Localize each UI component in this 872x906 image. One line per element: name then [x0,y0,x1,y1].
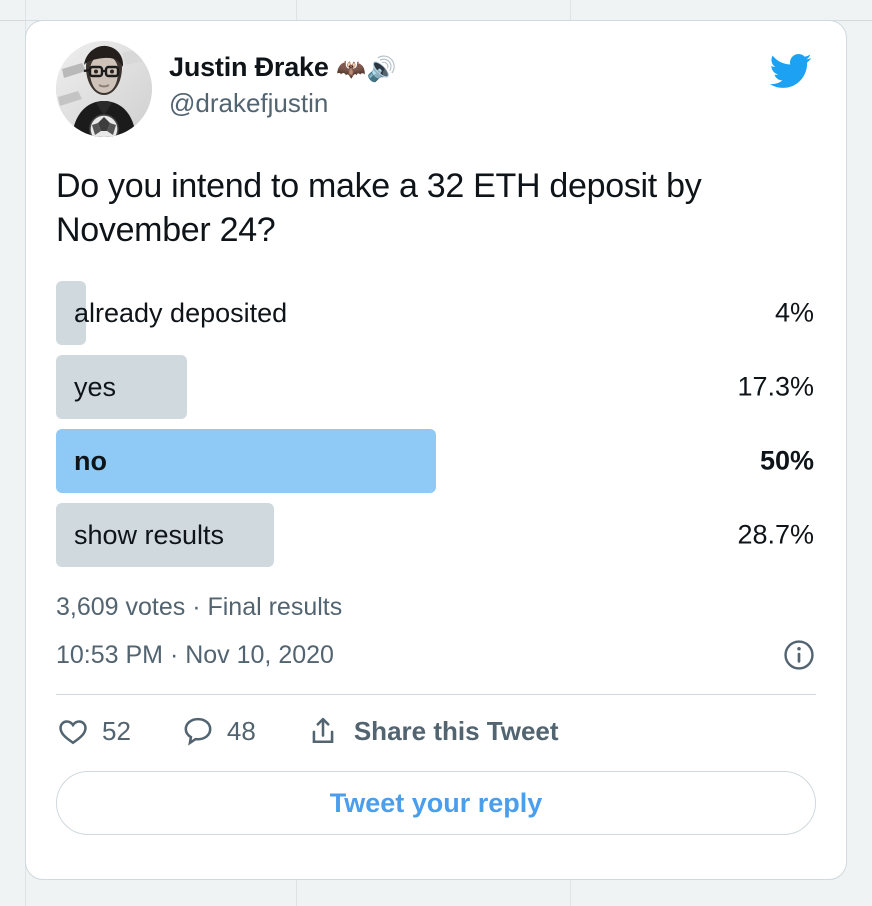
like-count: 52 [102,715,131,746]
author-handle: @drakefjustin [169,88,329,119]
share-label: Share this Tweet [353,715,559,746]
poll-option-row-winner[interactable]: no 50% [56,425,816,497]
heart-icon [59,720,87,745]
tweet-card: Justin Ðrake 🦇🔊 @drakefjustin Do you int… [25,20,847,880]
reply-count: 48 [226,715,256,746]
tweet-your-reply-label: Tweet your reply [329,787,543,818]
author-display-name: Justin Ðrake 🦇🔊 [169,52,398,84]
poll: already deposited 4% yes 17.3% no 50% sh… [56,277,816,571]
poll-option-percent: 4% [774,297,814,328]
reply-action[interactable]: 48 [181,714,256,748]
avatar-photo [56,41,152,137]
poll-option-label: already deposited [74,297,288,328]
tweet-text: Do you intend to make a 32 ETH deposit b… [56,167,702,249]
timestamp-row: 10:53 PM · Nov 10, 2020 [56,638,816,672]
tweet-your-reply-button[interactable]: Tweet your reply [56,771,816,836]
poll-option-percent: 28.7% [737,519,814,550]
author-name-emoji: 🦇🔊 [335,56,398,83]
info-circle-icon[interactable] [782,638,816,672]
share-icon [312,717,334,744]
poll-bar-winner [56,429,436,494]
poll-option-label: yes [74,371,117,402]
poll-option-label: no [74,445,107,476]
poll-option-percent: 50% [759,445,814,476]
like-action[interactable]: 52 [56,714,131,748]
author-name-text: Justin Ðrake [169,52,329,82]
poll-option-row[interactable]: show results 28.7% [56,499,816,571]
tweet-header: Justin Ðrake 🦇🔊 @drakefjustin [56,21,816,137]
avatar[interactable] [56,41,152,137]
tweet-timestamp: 10:53 PM · Nov 10, 2020 [56,640,334,669]
twitter-bird-icon[interactable] [764,49,816,93]
poll-vote-count: 3,609 votes · Final results [56,593,343,622]
poll-option-label: show results [74,519,225,550]
poll-option-percent: 17.3% [737,371,814,402]
poll-option-row[interactable]: yes 17.3% [56,351,816,423]
poll-option-row[interactable]: already deposited 4% [56,277,816,349]
tweet-action-bar: 52 48 Share this Tweet [56,695,816,767]
author-identity[interactable]: Justin Ðrake 🦇🔊 @drakefjustin [169,41,398,120]
comment-icon [184,717,212,746]
share-action[interactable]: Share this Tweet [306,714,559,748]
